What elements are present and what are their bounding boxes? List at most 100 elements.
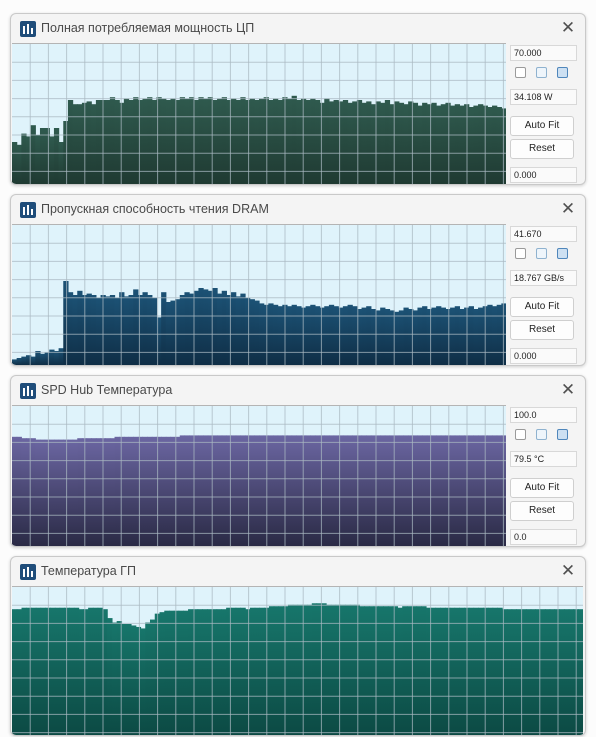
graph-bar (291, 435, 297, 546)
graph-bar (291, 95, 297, 184)
graph-bar (436, 435, 442, 546)
app-chart-icon (20, 383, 36, 399)
title-bar[interactable]: Температура ГП ✕ (11, 557, 585, 586)
graph-bar (492, 607, 498, 735)
graph-bar (44, 128, 50, 184)
title-bar[interactable]: Пропускная способность чтения DRAM ✕ (11, 195, 585, 224)
auto-fit-button[interactable]: Auto Fit (510, 297, 574, 317)
graph-bar (119, 436, 125, 546)
option-checkbox-2[interactable] (536, 248, 547, 259)
auto-fit-button[interactable]: Auto Fit (510, 116, 574, 136)
graph-bar (149, 619, 156, 735)
graph-bar (578, 609, 583, 735)
graph-bar (459, 105, 465, 184)
graph-bar (370, 435, 377, 546)
option-checkbox-2[interactable] (536, 429, 547, 440)
graph-bar (259, 607, 265, 735)
auto-fit-button[interactable]: Auto Fit (510, 478, 574, 498)
graph-bar (173, 610, 180, 735)
graph-bar (44, 439, 50, 546)
graph-bar (349, 604, 356, 735)
graph-bar (272, 304, 279, 365)
graph-bar (426, 435, 433, 546)
graph-bar (183, 610, 189, 735)
graph-bar (95, 297, 102, 365)
graph-bar (161, 436, 167, 546)
graph-bar (12, 436, 18, 546)
option-checkbox-3[interactable] (557, 67, 568, 78)
graph-bar (169, 610, 175, 735)
window-title: SPD Hub Температура (41, 383, 173, 397)
graph-bar (217, 293, 223, 365)
graph-bar (151, 297, 158, 365)
graph-bar (326, 604, 332, 735)
close-icon[interactable]: ✕ (559, 18, 577, 38)
graph-bar (366, 435, 372, 546)
option-checkbox-3[interactable] (557, 248, 568, 259)
graph-bar (221, 435, 227, 546)
graph-bar (72, 439, 78, 546)
graph-bar (268, 435, 274, 546)
graph-bar (305, 435, 311, 546)
close-icon[interactable]: ✕ (559, 199, 577, 219)
reset-button[interactable]: Reset (510, 320, 574, 340)
option-checkbox-1[interactable] (515, 429, 526, 440)
graph-bar (212, 435, 218, 546)
app-chart-icon (20, 564, 36, 580)
graph-bar (107, 618, 113, 735)
graph-bar (77, 290, 83, 365)
title-bar[interactable]: SPD Hub Температура ✕ (11, 376, 585, 405)
app-chart-icon (20, 21, 36, 37)
option-checkbox-1[interactable] (515, 67, 526, 78)
close-icon[interactable]: ✕ (559, 561, 577, 581)
graph-bar (496, 435, 502, 546)
graph-bar (184, 435, 190, 546)
graph-bar (530, 609, 537, 735)
graph-bar (105, 296, 111, 365)
graph-bar (207, 609, 213, 735)
graph-bar (445, 435, 451, 546)
title-bar[interactable]: Полная потребляемая мощность ЦП ✕ (11, 14, 585, 43)
option-checkbox-2[interactable] (536, 67, 547, 78)
graph-bar (119, 292, 125, 365)
option-checkbox-3[interactable] (557, 429, 568, 440)
reset-button[interactable]: Reset (510, 501, 574, 521)
graph-bar (109, 438, 116, 546)
graph-bar (314, 435, 321, 546)
graph-bar (436, 306, 442, 365)
spd-hub-temperature-window: SPD Hub Температура ✕ 100.0 79.5 °C Auto… (10, 375, 586, 547)
graph-bar (40, 607, 46, 735)
current-value: 79.5 °C (510, 451, 577, 467)
window-title: Пропускная способность чтения DRAM (41, 202, 269, 216)
option-checkbox-1[interactable] (515, 248, 526, 259)
graph-bar (249, 607, 256, 735)
graph-bar (366, 306, 372, 365)
graph-bar (436, 105, 442, 184)
graph-bar (421, 606, 427, 735)
side-panel: 100.0 79.5 °C Auto Fit Reset 0.0 (510, 405, 585, 545)
graph-bar (324, 306, 330, 365)
graph-bar (202, 609, 208, 735)
close-icon[interactable]: ✕ (559, 380, 577, 400)
graph-bar (492, 435, 498, 546)
graph-bar (497, 607, 503, 735)
graph-bar (426, 104, 433, 184)
graph-bar (370, 104, 377, 184)
graph-bar (496, 304, 502, 365)
graph-bar (359, 606, 365, 735)
graph-bar (478, 104, 484, 184)
app-chart-icon (20, 202, 36, 218)
reset-button[interactable]: Reset (510, 139, 574, 159)
graph-bar (397, 607, 403, 735)
graph-bar (193, 290, 200, 365)
graph-bar (352, 435, 358, 546)
graph-bar (445, 309, 451, 365)
graph-bar (217, 435, 223, 546)
graph-bar (277, 306, 283, 365)
graph-bar (422, 306, 428, 365)
graph-bar (254, 435, 260, 546)
graph-bar (50, 607, 56, 735)
graph-bar (188, 609, 194, 735)
graph-bar (121, 624, 127, 735)
graph-bar (335, 604, 341, 735)
